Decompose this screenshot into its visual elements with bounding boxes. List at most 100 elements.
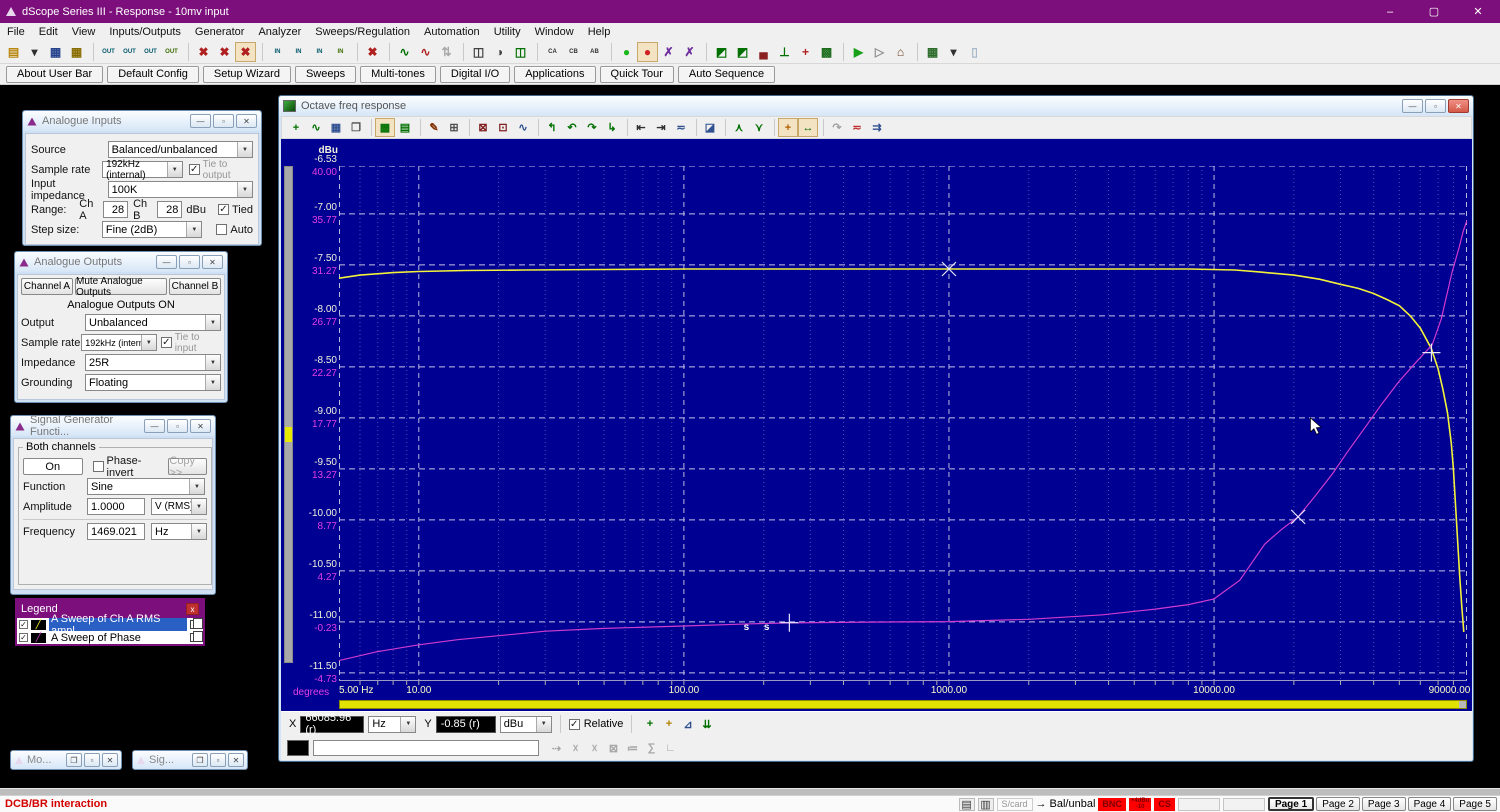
edit-graph-button[interactable]: ✎	[424, 118, 444, 137]
legend-visibility-checkbox[interactable]	[19, 620, 28, 629]
window-close-button[interactable]: ✕	[102, 753, 118, 767]
outputs-off-button[interactable]: ●	[637, 42, 658, 62]
crosshair-button[interactable]: +	[795, 42, 816, 62]
user-bar-button[interactable]: Sweeps	[295, 66, 356, 83]
graph-restore-button[interactable]: ▫	[1425, 99, 1446, 113]
minimize-button[interactable]: –	[1368, 0, 1412, 23]
cursor-left-button[interactable]: ⇤	[631, 118, 651, 137]
channel-b-settings-button[interactable]: CB	[563, 42, 584, 62]
legend-row-amplitude[interactable]: ╱ A Sweep of Ch A RMS ampl	[17, 618, 203, 631]
frequency-field[interactable]: 1469.021	[87, 523, 145, 540]
legend-entry-label[interactable]: A Sweep of Phase	[49, 631, 187, 644]
legend-row-phase[interactable]: ╱ A Sweep of Phase	[17, 631, 203, 644]
open-config-caret[interactable]: ▾	[24, 42, 45, 62]
applications-button[interactable]: ⌂	[890, 42, 911, 62]
trace-last-button[interactable]: ↳	[602, 118, 622, 137]
tie-to-output-checkbox[interactable]	[189, 164, 200, 175]
abort-sweep-button[interactable]: ✗	[658, 42, 679, 62]
calibrate-button[interactable]: ⊥	[774, 42, 795, 62]
zoom-y-button[interactable]: ⊡	[493, 118, 513, 137]
save-config-as-button[interactable]: ▦	[66, 42, 87, 62]
digital-input-mute-button[interactable]: ✖	[362, 42, 383, 62]
window-restore-button[interactable]: ▫	[213, 114, 234, 128]
sum-button[interactable]: ∑	[642, 739, 661, 757]
dropdown-caret-icon[interactable]	[141, 335, 156, 350]
amplitude-field[interactable]: 1.0000	[87, 498, 145, 515]
user-bar-button[interactable]: Default Config	[107, 66, 199, 83]
annotation-input[interactable]	[313, 740, 539, 756]
cursor-right-button[interactable]: ⇥	[651, 118, 671, 137]
generator-on-toggle[interactable]: On	[23, 458, 83, 475]
generator-phase-button[interactable]: ⇅	[436, 42, 457, 62]
limit-lines-button[interactable]: ≂	[847, 118, 867, 137]
tied-checkbox[interactable]	[218, 204, 229, 215]
zoom-x-button[interactable]: ⊠	[473, 118, 493, 137]
undo-zoom-button[interactable]: ↷	[827, 118, 847, 137]
step-size-dropdown[interactable]: Fine (2dB)	[102, 221, 202, 238]
signal-generator-titlebar[interactable]: Signal Generator Functi... — ▫ ✕	[11, 416, 215, 436]
analogue-output-settings-button[interactable]: OUT	[140, 42, 161, 62]
add-trace-button[interactable]: +	[286, 118, 306, 137]
page-2-button[interactable]: Page 2	[1316, 797, 1360, 811]
out-sample-rate-dropdown[interactable]: 192kHz (internal)	[81, 334, 157, 351]
clear-x-button[interactable]: ☓	[566, 739, 585, 757]
analogue-input-routing-button[interactable]: IN	[288, 42, 309, 62]
user-bar-button[interactable]: Auto Sequence	[678, 66, 775, 83]
copy-button[interactable]: Copy >>	[168, 458, 207, 475]
step-script-button[interactable]: ▷	[869, 42, 890, 62]
legend-close-button[interactable]: x	[186, 603, 199, 615]
dropdown-caret-icon[interactable]	[536, 717, 551, 732]
digital-output-mute-both-button[interactable]: ✖	[235, 42, 256, 62]
graph-properties-button[interactable]: ▩	[375, 118, 395, 137]
open-config-button[interactable]: ▤	[3, 42, 24, 62]
save-config-button[interactable]: ▦	[45, 42, 66, 62]
center-trace-button[interactable]: ≂	[671, 118, 691, 137]
window-close-button[interactable]: ✕	[236, 114, 257, 128]
window-restore-button[interactable]: ▫	[179, 255, 200, 269]
cursor-track-button[interactable]: +	[659, 715, 678, 733]
user-bar-button[interactable]: Applications	[514, 66, 595, 83]
generator-function-b-button[interactable]: ∿	[415, 42, 436, 62]
snap-cursor-button[interactable]: +	[778, 118, 798, 137]
channel-b-button[interactable]: Channel B	[169, 278, 221, 295]
copy-trace-button[interactable]: ❐	[346, 118, 366, 137]
window-close-button[interactable]: ✕	[202, 255, 223, 269]
marker-remove-button[interactable]: ⋎	[749, 118, 769, 137]
sweep-b-button[interactable]: ◩	[732, 42, 753, 62]
analogue-input-analyzer-button[interactable]: IN	[330, 42, 351, 62]
cursor-to-trace-button[interactable]: ⇊	[697, 715, 716, 733]
annotation-arrow-button[interactable]: ⇢	[547, 739, 566, 757]
output-dropdown[interactable]: Unbalanced	[85, 314, 221, 331]
user-bar-button[interactable]: About User Bar	[6, 66, 103, 83]
dropdown-caret-icon[interactable]	[167, 162, 182, 177]
relative-checkbox[interactable]	[569, 719, 580, 730]
display-icon[interactable]: ▥	[978, 798, 994, 811]
mute-analogue-outputs-button[interactable]: Mute Analogue Outputs	[75, 278, 167, 295]
y-unit-dropdown[interactable]: dBu	[500, 716, 552, 733]
page-3-button[interactable]: Page 3	[1362, 797, 1406, 811]
window-minimize-button[interactable]: —	[144, 419, 165, 433]
dropdown-caret-icon[interactable]	[191, 524, 206, 539]
printer-icon[interactable]: ▤	[959, 798, 975, 811]
minimized-signal-window[interactable]: Sig... ❐▫✕	[132, 750, 248, 770]
legend-visibility-checkbox[interactable]	[19, 633, 28, 642]
stats-button[interactable]: ≔	[623, 739, 642, 757]
analogue-outputs-titlebar[interactable]: Analogue Outputs — ▫ ✕	[15, 252, 227, 272]
menu-item[interactable]: File	[0, 25, 32, 39]
analyzer-readings-button[interactable]: ◫	[468, 42, 489, 62]
close-button[interactable]: ✕	[1456, 0, 1500, 23]
user-bar-button[interactable]: Digital I/O	[440, 66, 510, 83]
cursor-add-button[interactable]: +	[640, 715, 659, 733]
save-trace-button[interactable]: ▦	[326, 118, 346, 137]
digital-output-mute-b-button[interactable]: ✖	[214, 42, 235, 62]
source-dropdown[interactable]: Balanced/unbalanced	[108, 141, 253, 158]
window-maximize-button[interactable]: ▫	[84, 753, 100, 767]
track-cursors-button[interactable]: ↔	[798, 118, 818, 137]
sample-rate-dropdown[interactable]: 192kHz (internal)	[102, 161, 183, 178]
multitone-button[interactable]: ▄	[753, 42, 774, 62]
graph-titlebar[interactable]: Octave freq response — ▫ ✕	[279, 96, 1473, 116]
page-5-button[interactable]: Page 5	[1453, 797, 1497, 811]
horizontal-scrollbar-nub[interactable]	[1459, 701, 1466, 708]
amplitude-unit-dropdown[interactable]: V (RMS)	[151, 498, 207, 515]
channel-ab-settings-button[interactable]: AB	[584, 42, 605, 62]
